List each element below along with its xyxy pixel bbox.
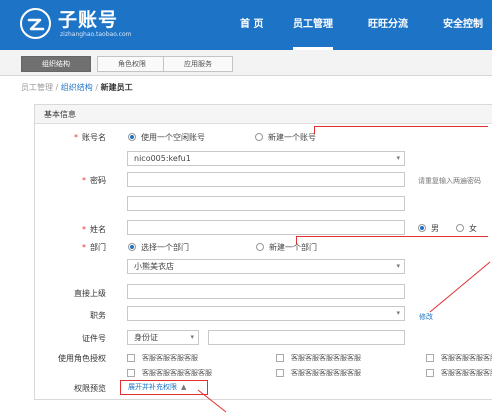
breadcrumb-separator: / [95, 83, 99, 92]
role-checkbox[interactable] [276, 354, 284, 362]
annotation-arrow [197, 389, 227, 413]
radio-select-department[interactable] [128, 243, 136, 251]
role-checkbox-label: 客服客服客服客服客服 [291, 354, 361, 362]
department-label-text: 部门 [90, 243, 106, 252]
required-mark: * [74, 133, 78, 142]
tab-role-permissions[interactable]: 角色权限 [97, 56, 167, 72]
radio-new-department-label: 新建一个部门 [269, 243, 317, 252]
logo-title: 子账号 [58, 9, 119, 31]
top-header: 子账号 zizhanghao.taobao.com 首 页 员工管理 旺旺分流 … [0, 0, 492, 50]
department-select[interactable]: 小熊美衣店 ▾ [127, 259, 405, 274]
caret-up-icon: ▲ [181, 383, 187, 391]
department-label: * 部门 [36, 242, 106, 253]
required-mark: * [82, 243, 86, 252]
position-label: 职务 [90, 311, 106, 320]
role-checkbox[interactable] [426, 369, 434, 377]
account-label-text: 账号名 [82, 133, 106, 142]
radio-new-account[interactable] [255, 133, 263, 141]
id-type-value: 身份证 [134, 333, 158, 342]
account-select-value: nico005:kefu1 [134, 154, 191, 163]
password-label-text: 密码 [90, 176, 106, 185]
chevron-down-icon: ▾ [396, 262, 400, 270]
radio-gender-female[interactable] [456, 224, 464, 232]
role-checkbox[interactable] [127, 354, 135, 362]
password-input[interactable] [127, 172, 405, 187]
chevron-down-icon: ▾ [396, 154, 400, 162]
password-label: * 密码 [36, 175, 106, 186]
annotation-line [314, 126, 315, 134]
logo-subtitle: zizhanghao.taobao.com [60, 31, 132, 38]
nav-staff-management[interactable]: 员工管理 [293, 0, 333, 50]
supervisor-input[interactable] [127, 284, 405, 299]
logo-icon [20, 8, 51, 39]
radio-gender-male[interactable] [418, 224, 426, 232]
annotation-line [314, 126, 488, 127]
tab-org-structure[interactable]: 组织结构 [21, 56, 91, 72]
radio-use-idle-account[interactable] [128, 133, 136, 141]
name-input[interactable] [127, 220, 405, 235]
role-checkbox[interactable] [276, 369, 284, 377]
breadcrumb-section[interactable]: 组织结构 [61, 83, 93, 92]
panel-title: 基本信息 [44, 110, 76, 119]
required-mark: * [82, 225, 86, 234]
role-checkbox-label: 客服客服客服客服客服 [142, 369, 212, 377]
breadcrumb-root[interactable]: 员工管理 [21, 83, 53, 92]
position-select[interactable]: ▾ [127, 306, 405, 321]
chevron-down-icon: ▾ [396, 309, 400, 317]
name-label: * 姓名 [36, 224, 106, 235]
radio-new-account-label: 新建一个账号 [268, 133, 316, 142]
account-select[interactable]: nico005:kefu1 ▾ [127, 151, 405, 166]
id-number-input[interactable] [208, 330, 405, 345]
nav-wangwang-routing[interactable]: 旺旺分流 [368, 0, 408, 50]
password-hint: 请重复输入两遍密码 [418, 177, 481, 185]
account-label: * 账号名 [36, 132, 106, 143]
role-checkbox-label: 客服客服客服客服客服 [441, 354, 492, 362]
tabs-bar: 组织结构 角色权限 应用服务 [0, 50, 492, 76]
permission-preview-label: 权限预览 [74, 384, 106, 393]
radio-new-department[interactable] [256, 243, 264, 251]
required-mark: * [82, 176, 86, 185]
breadcrumb-separator: / [55, 83, 59, 92]
role-checkbox[interactable] [426, 354, 434, 362]
expand-permissions-button[interactable]: 展开并补充权限 ▲ [120, 380, 208, 395]
radio-select-department-label: 选择一个部门 [141, 243, 189, 252]
name-label-text: 姓名 [90, 225, 106, 234]
department-select-value: 小熊美衣店 [134, 262, 174, 271]
gender-female-label: 女 [469, 224, 477, 233]
gender-male-label: 男 [431, 224, 439, 233]
role-auth-label: 使用角色授权 [58, 354, 106, 363]
role-checkbox-label: 客服客服客服客服客服 [441, 369, 492, 377]
password-confirm-input[interactable] [127, 196, 405, 211]
chevron-down-icon: ▾ [190, 333, 194, 341]
nav-security-control[interactable]: 安全控制 [443, 0, 483, 50]
annotation-line [296, 236, 297, 244]
id-type-select[interactable]: 身份证 ▾ [127, 330, 199, 345]
nav-home[interactable]: 首 页 [240, 0, 263, 50]
tab-app-services[interactable]: 应用服务 [163, 56, 233, 72]
role-checkbox-label: 客服客服客服客服客服 [291, 369, 361, 377]
role-checkbox[interactable] [127, 369, 135, 377]
breadcrumb-current: 新建员工 [100, 83, 133, 92]
expand-permissions-label: 展开并补充权限 [128, 383, 177, 391]
panel-header: 基本信息 [35, 105, 492, 124]
annotation-arrow [429, 261, 491, 313]
radio-use-idle-account-label: 使用一个空闲账号 [141, 133, 205, 142]
role-checkbox-label: 客服客服客服客服 [142, 354, 198, 362]
supervisor-label: 直接上级 [74, 289, 106, 298]
breadcrumb: 员工管理 / 组织结构 / 新建员工 [21, 82, 133, 93]
annotation-line [296, 236, 488, 237]
id-label: 证件号 [82, 334, 106, 343]
